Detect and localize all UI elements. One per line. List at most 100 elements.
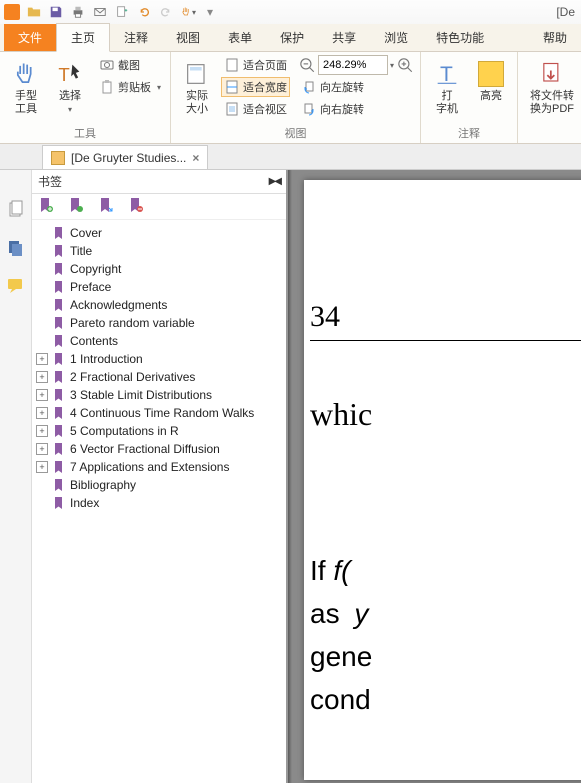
- pdf-file-icon: [51, 151, 65, 165]
- new-doc-icon[interactable]: [114, 4, 130, 20]
- document-tab[interactable]: [De Gruyter Studies... ×: [42, 145, 208, 169]
- bookmark-expand-toggle[interactable]: +: [36, 425, 48, 437]
- tab-feature[interactable]: 特色功能: [422, 24, 498, 51]
- bookmark-expand-toggle: [36, 227, 48, 239]
- tab-browse[interactable]: 浏览: [370, 24, 422, 51]
- open-icon[interactable]: [26, 4, 42, 20]
- zoom-dropdown[interactable]: ▾: [390, 61, 394, 70]
- group-label-tools: 工具: [6, 124, 164, 141]
- fit-visible-button[interactable]: 适合视区: [221, 99, 290, 119]
- zoom-in-button[interactable]: [396, 56, 414, 74]
- bookmark-tool-new-icon[interactable]: [68, 197, 84, 216]
- qat-customize-icon[interactable]: ▾: [202, 4, 218, 20]
- zoom-input[interactable]: [318, 55, 388, 75]
- tab-protect[interactable]: 保护: [266, 24, 318, 51]
- bookmark-icon: [52, 406, 66, 420]
- redo-icon[interactable]: [158, 4, 174, 20]
- bookmark-item[interactable]: +3 Stable Limit Distributions: [34, 386, 284, 404]
- bookmark-item[interactable]: +5 Computations in R: [34, 422, 284, 440]
- bookmark-item[interactable]: Index: [34, 494, 284, 512]
- tab-file[interactable]: 文件: [4, 24, 56, 51]
- bookmark-item[interactable]: Bibliography: [34, 476, 284, 494]
- document-tab-label: [De Gruyter Studies...: [71, 151, 186, 165]
- bookmark-tool-add-icon[interactable]: [38, 197, 54, 216]
- bookmark-label: 1 Introduction: [70, 352, 143, 366]
- bookmark-icon: [52, 298, 66, 312]
- bookmark-icon: [52, 442, 66, 456]
- bookmark-expand-toggle[interactable]: +: [36, 389, 48, 401]
- bookmark-icon: [52, 496, 66, 510]
- bookmark-item[interactable]: +6 Vector Fractional Diffusion: [34, 440, 284, 458]
- save-icon[interactable]: [48, 4, 64, 20]
- bookmark-label: Contents: [70, 334, 118, 348]
- bookmark-item[interactable]: +1 Introduction: [34, 350, 284, 368]
- convert-to-pdf-button[interactable]: 将文件转换为PDF: [524, 55, 580, 121]
- bookmark-item[interactable]: +2 Fractional Derivatives: [34, 368, 284, 386]
- zoom-out-button[interactable]: [298, 56, 316, 74]
- rotate-left-button[interactable]: 向左旋转: [298, 77, 414, 97]
- tab-share[interactable]: 共享: [318, 24, 370, 51]
- bookmark-tool-delete-icon[interactable]: [128, 197, 144, 216]
- group-label-annot: 注释: [427, 124, 511, 141]
- comments-panel-icon[interactable]: [6, 276, 26, 296]
- close-tab-button[interactable]: ×: [192, 151, 199, 165]
- undo-icon[interactable]: [136, 4, 152, 20]
- svg-text:T: T: [440, 63, 453, 86]
- bookmark-icon: [52, 370, 66, 384]
- hand-tool-button[interactable]: 手型工具: [6, 55, 46, 121]
- bookmark-label: 2 Fractional Derivatives: [70, 370, 195, 384]
- bookmark-item[interactable]: Contents: [34, 332, 284, 350]
- svg-text:T: T: [58, 64, 69, 85]
- bookmark-icon: [52, 244, 66, 258]
- bookmark-item[interactable]: Cover: [34, 224, 284, 242]
- select-button[interactable]: T 选择▾: [50, 55, 90, 121]
- bookmark-expand-toggle[interactable]: +: [36, 353, 48, 365]
- bookmark-expand-toggle[interactable]: +: [36, 371, 48, 383]
- pages-panel-icon[interactable]: [6, 200, 26, 220]
- bookmark-tool-expand-icon[interactable]: [98, 197, 114, 216]
- bookmark-expand-toggle: [36, 479, 48, 491]
- bookmark-item[interactable]: +7 Applications and Extensions: [34, 458, 284, 476]
- actual-size-button[interactable]: 实际大小: [177, 55, 217, 121]
- fit-width-button[interactable]: 适合宽度: [221, 77, 290, 97]
- bookmark-expand-toggle[interactable]: +: [36, 461, 48, 473]
- bookmark-item[interactable]: Title: [34, 242, 284, 260]
- tab-home[interactable]: 主页: [56, 23, 110, 52]
- fit-page-button[interactable]: 适合页面: [221, 55, 290, 75]
- page-canvas[interactable]: 34 whic If f( as y gene cond: [304, 180, 581, 780]
- hand-dropdown-icon[interactable]: ▾: [180, 4, 196, 20]
- highlight-swatch-icon: [478, 61, 504, 87]
- tab-comment[interactable]: 注释: [110, 24, 162, 51]
- screenshot-button[interactable]: 截图: [96, 55, 164, 75]
- highlight-button[interactable]: 高亮: [471, 55, 511, 121]
- bookmark-expand-toggle[interactable]: +: [36, 443, 48, 455]
- bookmark-expand-toggle: [36, 281, 48, 293]
- clipboard-button[interactable]: 剪贴板▾: [96, 77, 164, 97]
- bookmark-item[interactable]: Pareto random variable: [34, 314, 284, 332]
- typewriter-button[interactable]: T 打字机: [427, 55, 467, 121]
- bookmark-icon: [52, 334, 66, 348]
- bookmark-label: Pareto random variable: [70, 316, 195, 330]
- bookmark-icon: [52, 424, 66, 438]
- bookmark-item[interactable]: Copyright: [34, 260, 284, 278]
- bookmark-item[interactable]: Acknowledgments: [34, 296, 284, 314]
- bookmark-expand-toggle: [36, 317, 48, 329]
- panel-collapse-icon[interactable]: ▶◀: [269, 176, 280, 187]
- bookmark-label: 6 Vector Fractional Diffusion: [70, 442, 220, 456]
- bookmark-item[interactable]: Preface: [34, 278, 284, 296]
- page-text-fragment: whic: [310, 396, 372, 433]
- bookmark-icon: [52, 316, 66, 330]
- print-icon[interactable]: [70, 4, 86, 20]
- rotate-right-button[interactable]: 向右旋转: [298, 99, 414, 119]
- bookmark-expand-toggle: [36, 245, 48, 257]
- email-icon[interactable]: [92, 4, 108, 20]
- bookmark-item[interactable]: +4 Continuous Time Random Walks: [34, 404, 284, 422]
- tab-help[interactable]: 帮助: [529, 24, 581, 51]
- bookmark-expand-toggle[interactable]: +: [36, 407, 48, 419]
- bookmark-expand-toggle: [36, 335, 48, 347]
- bookmark-icon: [52, 262, 66, 276]
- tab-form[interactable]: 表单: [214, 24, 266, 51]
- tab-view[interactable]: 视图: [162, 24, 214, 51]
- layers-panel-icon[interactable]: [6, 238, 26, 258]
- bookmarks-title: 书签: [38, 173, 62, 190]
